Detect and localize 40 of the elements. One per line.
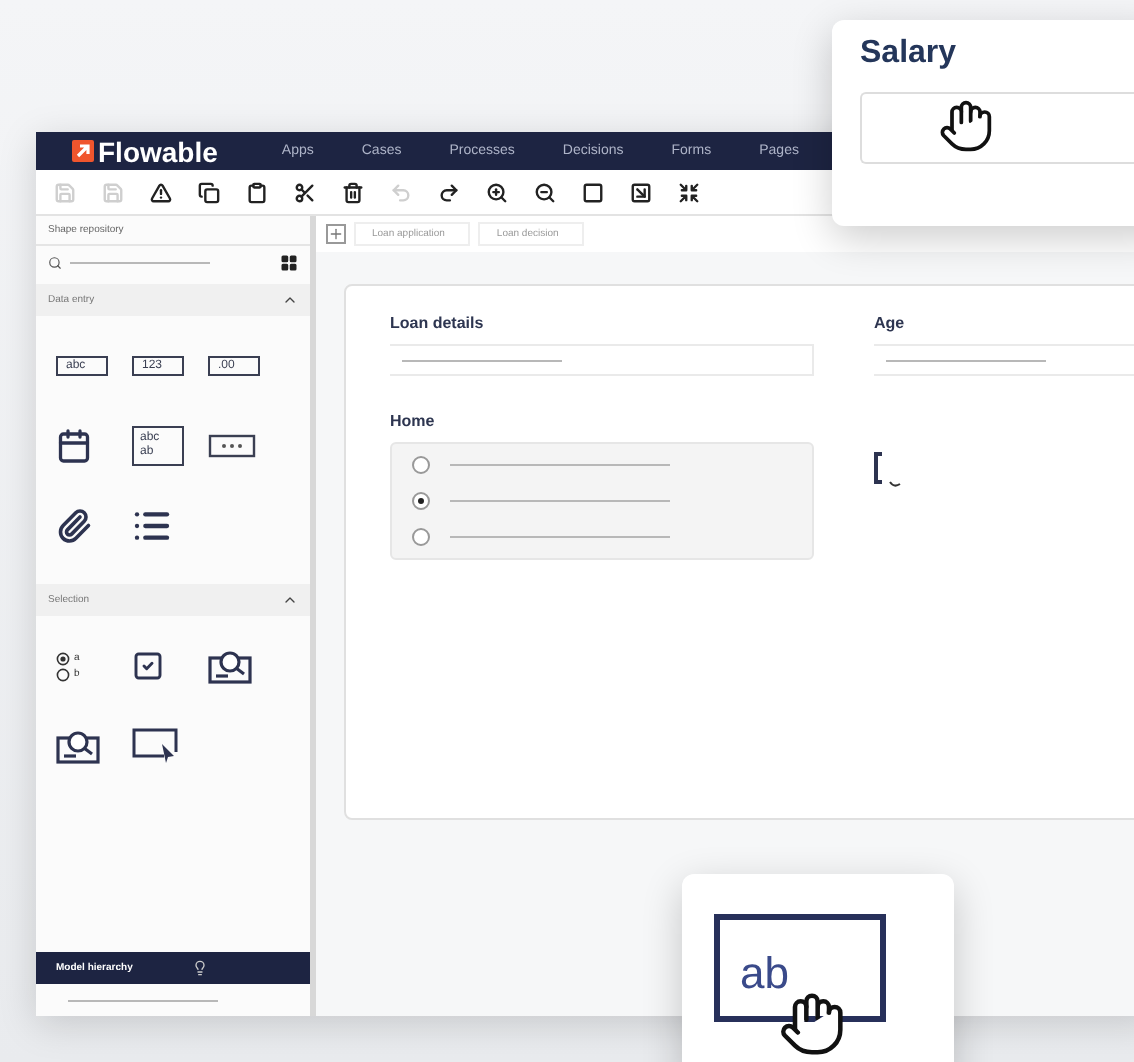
field-text: ab: [740, 948, 789, 1000]
password-field-icon[interactable]: [208, 434, 256, 458]
zoom-in-icon[interactable]: [486, 181, 508, 203]
shrink-icon[interactable]: [678, 181, 700, 203]
redo-icon[interactable]: [438, 181, 460, 203]
calendar-icon[interactable]: [56, 428, 92, 464]
hand-cursor-icon: [938, 98, 994, 154]
field-label: Salary: [860, 36, 957, 70]
lookup-icon[interactable]: [56, 728, 100, 764]
chevron-up-icon[interactable]: [282, 292, 298, 308]
text-input[interactable]: [390, 344, 814, 376]
list-icon[interactable]: [132, 506, 172, 546]
drop-preview-icon: [874, 452, 902, 488]
radio-button[interactable]: [412, 456, 430, 474]
lookup-icon[interactable]: [208, 648, 252, 684]
zoom-out-icon[interactable]: [534, 181, 556, 203]
copy-icon[interactable]: [198, 181, 220, 203]
select-icon[interactable]: [132, 728, 180, 764]
clipboard-icon[interactable]: [246, 181, 268, 203]
text-input[interactable]: [874, 344, 1134, 376]
radio-button[interactable]: [412, 528, 430, 546]
field-label: Age: [874, 314, 907, 332]
warning-icon[interactable]: [150, 181, 172, 203]
trash-icon[interactable]: [342, 181, 364, 203]
logo-text: Flowable: [98, 135, 218, 167]
field-label: Loan details: [390, 314, 486, 332]
field-label: Home: [390, 412, 437, 430]
radio-button[interactable]: [412, 492, 430, 510]
text-input[interactable]: [860, 92, 1134, 164]
checkbox-icon[interactable]: [132, 650, 164, 682]
scissors-icon[interactable]: [294, 181, 316, 203]
add-tab-icon[interactable]: [326, 224, 346, 244]
lightbulb-icon[interactable]: [192, 960, 209, 976]
paperclip-icon[interactable]: [56, 508, 92, 544]
search-icon: [48, 255, 62, 269]
chevron-up-icon[interactable]: [282, 592, 298, 608]
logo-icon: [72, 140, 94, 162]
square-icon[interactable]: [582, 181, 604, 203]
resize-icon[interactable]: [630, 181, 652, 203]
grid-icon[interactable]: [280, 253, 298, 271]
